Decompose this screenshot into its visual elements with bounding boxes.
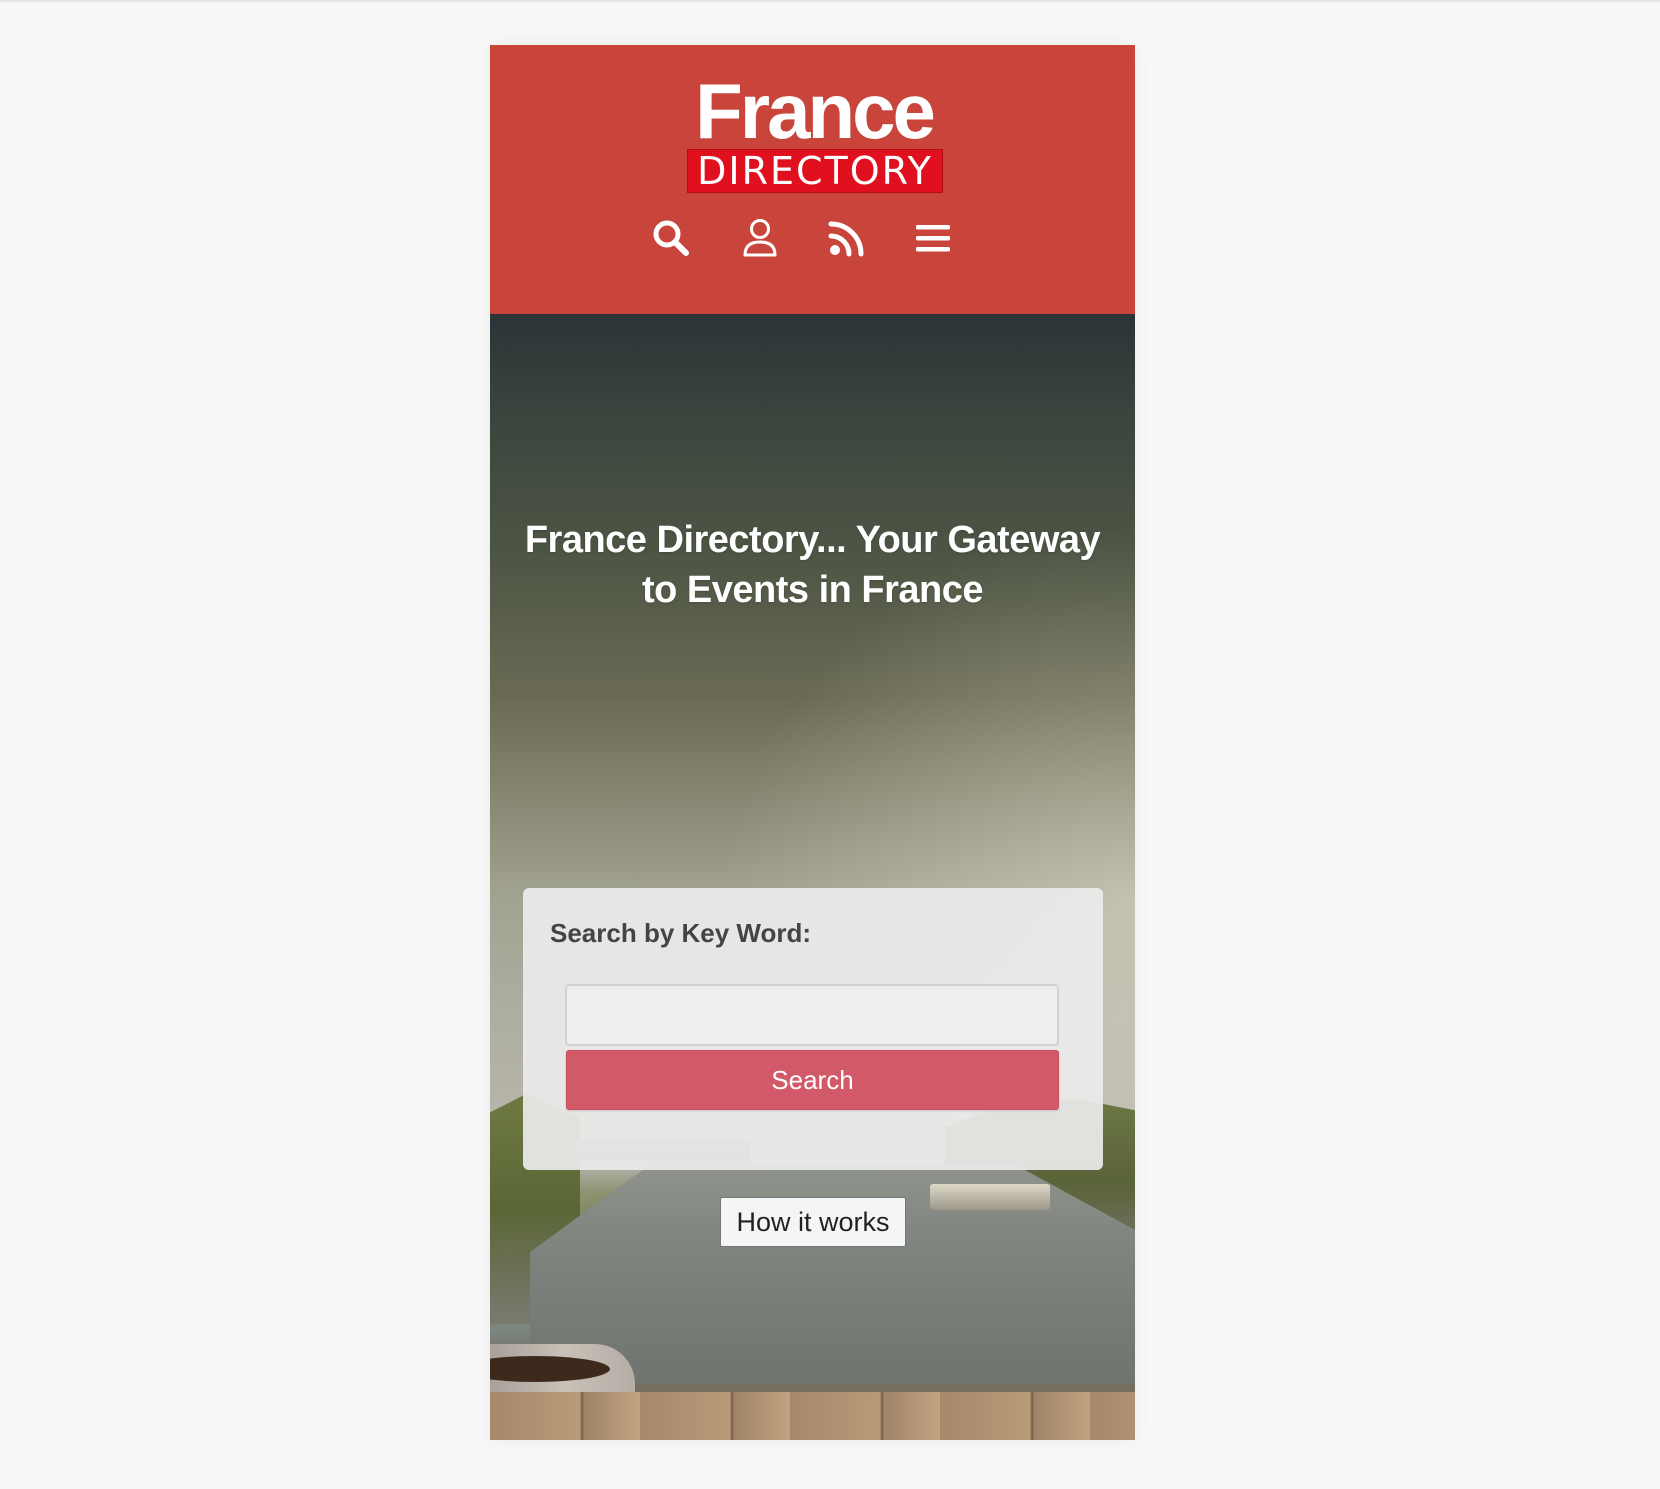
search-input[interactable]	[565, 984, 1059, 1046]
header-nav	[490, 210, 1135, 270]
search-panel: Search by Key Word: Search	[523, 888, 1103, 1170]
hero-title: France Directory... Your Gateway to Even…	[524, 519, 1101, 611]
how-it-works-button[interactable]: How it works	[720, 1197, 906, 1247]
hero-background-deck	[490, 1392, 1135, 1440]
hero-background-boat	[930, 1184, 1050, 1210]
mobile-page: France DIRECTORY France Directory... You…	[490, 45, 1135, 1440]
search-icon[interactable]	[643, 210, 699, 266]
user-icon[interactable]	[732, 210, 788, 266]
rss-icon[interactable]	[819, 210, 875, 266]
site-logo[interactable]: France DIRECTORY	[684, 67, 944, 197]
logo-text-france: France	[695, 67, 936, 155]
search-label: Search by Key Word:	[550, 918, 812, 948]
logo-text-directory: DIRECTORY	[687, 149, 943, 193]
site-header: France DIRECTORY	[490, 45, 1135, 314]
hero-section	[490, 314, 1135, 1440]
menu-icon[interactable]	[905, 210, 961, 266]
top-divider	[0, 0, 1660, 2]
search-button[interactable]: Search	[566, 1050, 1059, 1110]
